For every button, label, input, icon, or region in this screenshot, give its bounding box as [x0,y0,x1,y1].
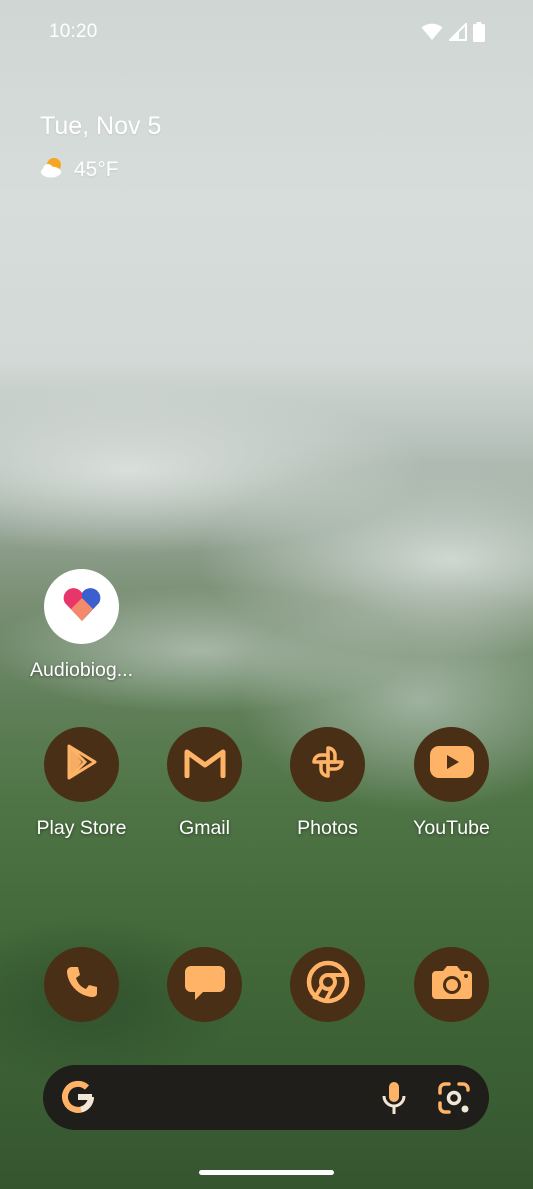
phone-icon [64,964,100,1005]
dock-messages[interactable] [143,947,266,1022]
heart-icon [62,585,102,628]
google-g-icon[interactable] [61,1080,95,1119]
app-icon[interactable] [414,947,489,1022]
app-audiobiography[interactable]: Audiobiog... [20,569,143,682]
status-bar: 10:20 [0,0,533,66]
microphone-icon[interactable] [381,1081,407,1120]
app-icon[interactable] [167,727,242,802]
app-icon[interactable] [44,947,119,1022]
weather-row[interactable]: 45°F [40,155,161,184]
app-icon[interactable] [414,727,489,802]
status-time: 10:20 [49,21,98,42]
app-icon[interactable] [167,947,242,1022]
camera-icon [430,963,474,1006]
battery-icon [473,22,485,42]
gmail-icon [183,746,227,783]
app-label: YouTube [413,817,490,839]
app-label: Gmail [179,817,230,839]
app-play-store[interactable]: Play Store [20,727,143,840]
play-store-icon [64,743,100,786]
partly-cloudy-icon [40,155,66,184]
app-photos[interactable]: Photos [266,727,389,840]
date-label[interactable]: Tue, Nov 5 [40,112,161,141]
chrome-icon [306,960,350,1009]
youtube-icon [429,745,475,784]
app-icon[interactable] [44,727,119,802]
home-screen: 10:20 Tue, Nov 5 45°F Audiobiog... Play … [0,0,533,1189]
google-lens-icon[interactable] [437,1081,471,1120]
app-icon[interactable] [44,569,119,644]
wifi-icon [421,23,443,41]
gesture-navigation-handle[interactable] [199,1170,334,1175]
dock-chrome[interactable] [266,947,389,1022]
dock-camera[interactable] [390,947,513,1022]
google-search-bar[interactable] [43,1065,489,1130]
app-gmail[interactable]: Gmail [143,727,266,840]
app-icon[interactable] [290,947,365,1022]
messages-icon [183,962,227,1007]
app-label: Audiobiog... [30,659,133,681]
dock-phone[interactable] [20,947,143,1022]
cellular-signal-icon [449,23,467,41]
app-icon[interactable] [290,727,365,802]
app-label: Play Store [36,817,127,839]
status-icons [421,22,485,42]
temperature: 45°F [74,157,119,181]
photos-pinwheel-icon [308,742,348,787]
at-a-glance-widget[interactable]: Tue, Nov 5 45°F [40,112,161,184]
app-label: Photos [297,817,358,839]
app-youtube[interactable]: YouTube [390,727,513,840]
